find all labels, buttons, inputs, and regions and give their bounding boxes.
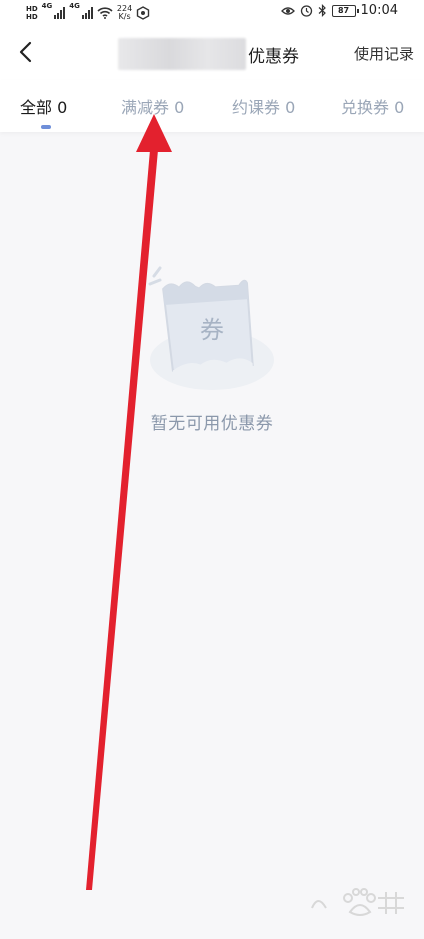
bluetooth-icon [318,4,326,17]
coupon-ticket-icon: 券 [148,266,274,390]
signal-icon [54,7,66,19]
back-arrow-icon [19,41,32,63]
annotation-arrow-icon [86,114,172,890]
network-type-2: 4G [69,2,80,10]
wifi-icon [97,7,113,19]
blurred-title-region [118,38,246,70]
speed-unit: K/s [118,12,131,21]
signal-icon [81,7,93,19]
battery-icon: 87 [331,4,359,17]
hd-badge-icon: HD HD [26,5,38,21]
baidu-watermark-logo [311,888,404,916]
tab-all[interactable]: 全部 0 [20,94,67,118]
status-left-group: HD HD 4G 4G 224 K/s [26,2,150,24]
app-notification-icon [137,6,150,20]
tab-exchange[interactable]: 兑换券 0 [341,94,404,118]
active-tab-indicator [41,125,51,129]
status-time: 10:04 [360,3,398,18]
tab-class-booking[interactable]: 约课券 0 [232,94,295,118]
title-group: 优惠券 [118,38,299,70]
empty-state-message: 暂无可用优惠券 [150,414,274,434]
page-title: 优惠券 [248,46,299,67]
back-button[interactable] [10,37,40,67]
status-bar: HD HD 4G 4G 224 K/s 87 10:04 [0,0,424,26]
coupon-tabs: 全部 0 满减券 0 约课券 0 兑换券 0 [0,80,424,132]
network-speed: 224 K/s [117,5,132,21]
eye-icon [280,6,295,15]
nav-header: 优惠券 使用记录 [0,26,424,80]
tab-discount[interactable]: 满减券 0 [121,94,184,118]
network-type-1: 4G [41,2,53,10]
ticket-char: 券 [200,316,224,344]
alarm-icon [300,5,312,17]
status-right-group: 87 10:04 [280,3,398,18]
usage-history-button[interactable]: 使用记录 [354,43,414,64]
